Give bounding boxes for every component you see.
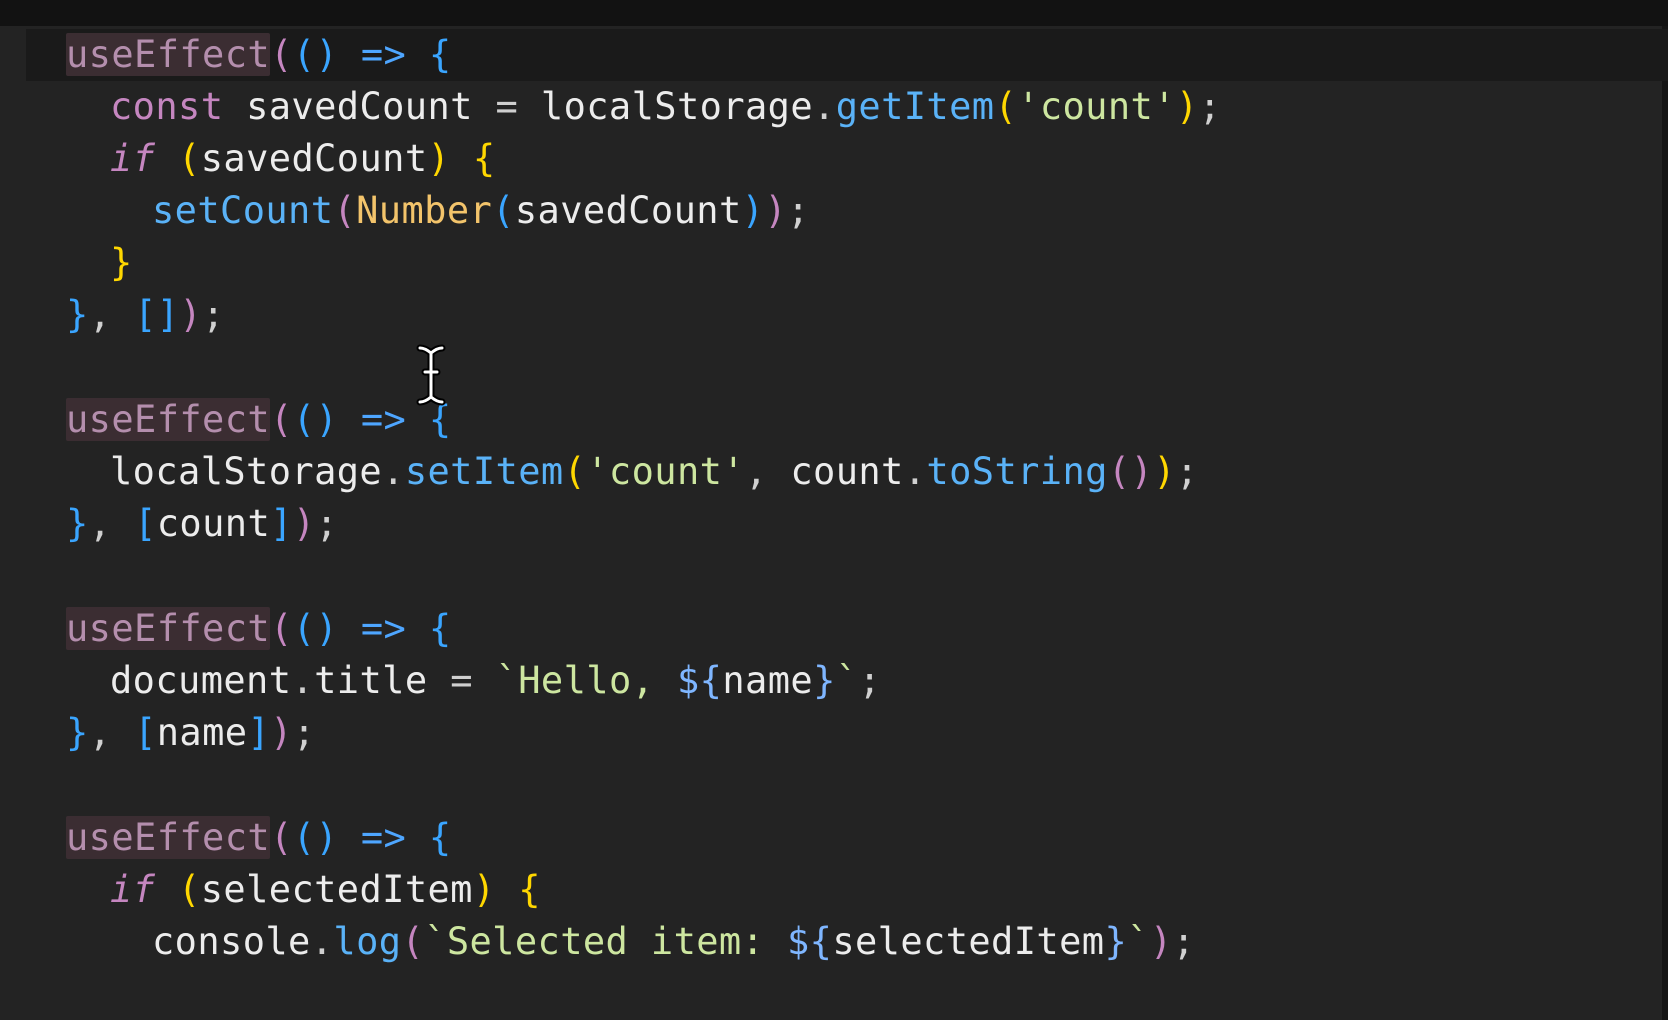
code-line-13[interactable]: document.title = `Hello, ${name}`;	[110, 655, 881, 707]
code-line-14[interactable]: }, [name]);	[66, 707, 316, 759]
code-line-5[interactable]: }	[110, 237, 133, 289]
code-line-10[interactable]: }, [count]);	[66, 498, 338, 550]
code-line-4[interactable]: setCount(Number(savedCount));	[152, 185, 810, 237]
hook-token: useEffect	[66, 816, 271, 859]
code-line-18[interactable]: console.log(`Selected item: ${selectedIt…	[152, 916, 1195, 968]
code-line-3[interactable]: if (savedCount) {	[110, 133, 496, 185]
text-cursor-icon	[414, 344, 448, 406]
code-line-8[interactable]: useEffect(() => {	[66, 394, 452, 446]
code-line-16[interactable]: useEffect(() => {	[66, 812, 452, 864]
hook-token: useEffect	[66, 607, 271, 650]
code-line-2[interactable]: const savedCount = localStorage.getItem(…	[110, 81, 1221, 133]
code-editor[interactable]: useEffect(() => { const savedCount = loc…	[0, 0, 1668, 1020]
hook-token: useEffect	[66, 33, 271, 76]
editor-scrollbar[interactable]	[1662, 26, 1668, 1020]
code-line-12[interactable]: useEffect(() => {	[66, 603, 452, 655]
hook-token: useEffect	[66, 398, 271, 441]
code-line-9[interactable]: localStorage.setItem('count', count.toSt…	[110, 446, 1199, 498]
code-line-1[interactable]: useEffect(() => {	[66, 29, 452, 81]
code-line-17[interactable]: if (selectedItem) {	[110, 864, 541, 916]
code-line-6[interactable]: }, []);	[66, 289, 225, 341]
